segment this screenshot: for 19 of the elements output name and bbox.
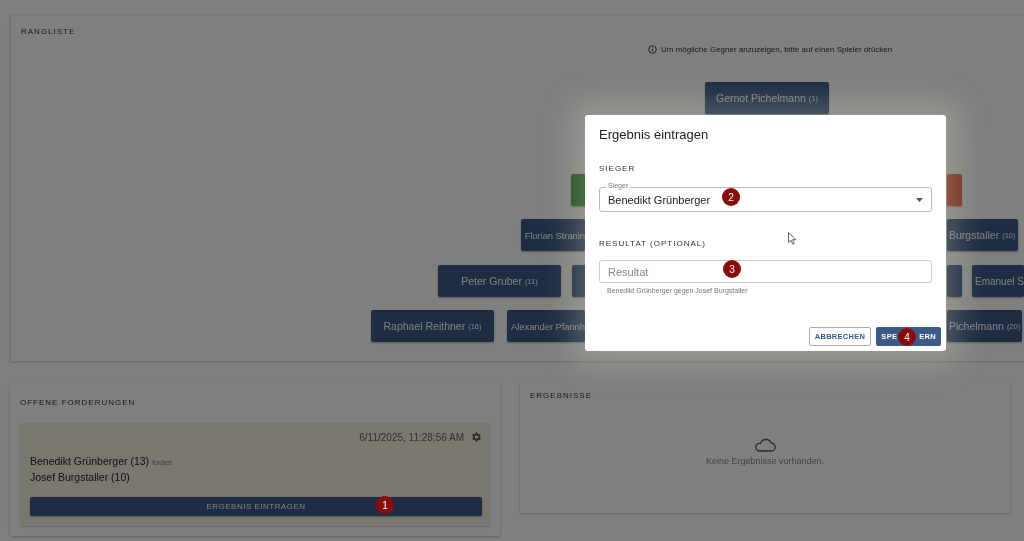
player-card[interactable]: Florian Stranin bbox=[520, 219, 585, 251]
dialog-title: Ergebnis eintragen bbox=[599, 127, 710, 142]
hint-text: Um mögliche Gegner anzuzeigen, bitte auf einen Spieler drücken bbox=[661, 45, 893, 54]
section-title: RANGLISTE bbox=[21, 27, 76, 36]
settings-icon[interactable] bbox=[470, 431, 482, 443]
section-title: OFFENE FORDERUNGEN bbox=[20, 398, 136, 407]
player-card[interactable]: Emanuel S bbox=[972, 265, 1024, 297]
player-card[interactable] bbox=[572, 265, 586, 297]
challenger-name: Benedikt Grünberger (13) bbox=[30, 455, 150, 467]
cloud-icon bbox=[754, 437, 776, 452]
section-title: ERGEBNISSE bbox=[530, 391, 593, 400]
caret-icon bbox=[916, 197, 923, 202]
timestamp: 6/11/2025, 11:28:56 AM bbox=[359, 431, 464, 443]
cursor-icon bbox=[788, 232, 797, 245]
player-card[interactable]: Alexander Pfannh bbox=[507, 310, 585, 342]
challenged-name: Josef Burgstaller (10) bbox=[30, 471, 130, 483]
section-label: SIEGER bbox=[599, 164, 637, 173]
section-label: RESULTAT (OPTIONAL) bbox=[599, 239, 707, 248]
info-icon bbox=[648, 45, 657, 54]
